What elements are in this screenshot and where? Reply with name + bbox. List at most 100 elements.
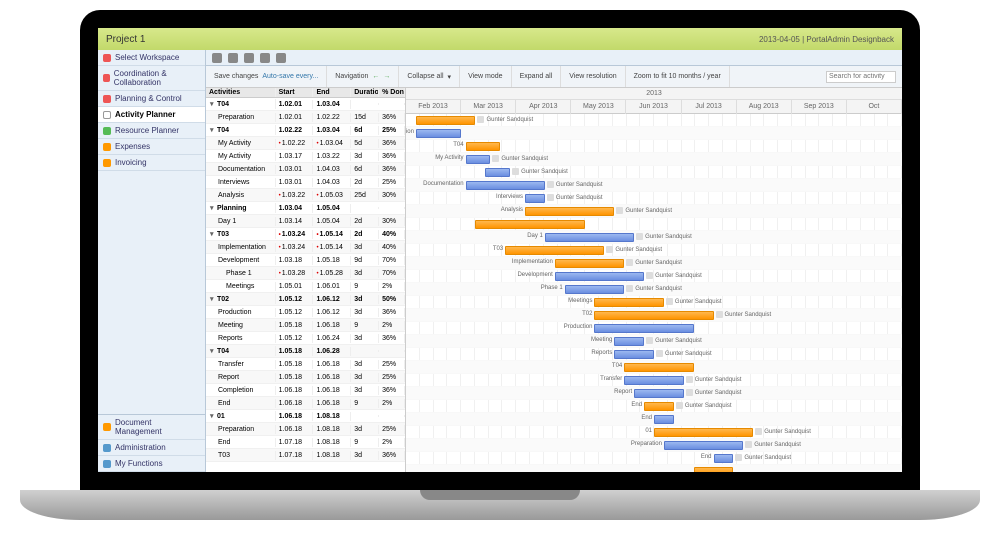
table-row[interactable]: Production1.05.121.06.123d36%: [206, 306, 405, 319]
sidebar-item[interactable]: My Functions: [98, 456, 205, 472]
sidebar-item[interactable]: Document Management: [98, 415, 205, 440]
gantt-bar[interactable]: [466, 155, 491, 164]
gantt-row: AnalysisGunter Sandquist: [406, 205, 902, 218]
table-row[interactable]: ▾T021.05.121.06.123d50%: [206, 293, 405, 306]
gantt-bar[interactable]: [594, 298, 663, 307]
gantt-bar[interactable]: [694, 467, 734, 472]
gantt-bar[interactable]: [614, 350, 654, 359]
gantt-bar[interactable]: [416, 116, 476, 125]
sidebar-icon: [103, 444, 111, 452]
sidebar-item[interactable]: Select Workspace: [98, 50, 205, 66]
person-icon: [735, 454, 742, 461]
table-row[interactable]: My Activity•1.02.22•1.03.045d36%: [206, 137, 405, 150]
table-row[interactable]: Meeting1.05.181.06.1892%: [206, 319, 405, 332]
person-icon: [755, 428, 762, 435]
sidebar-icon: [103, 127, 111, 135]
gantt-bar[interactable]: [475, 220, 584, 229]
person-icon: [646, 272, 653, 279]
gantt-row: T04: [406, 140, 902, 153]
gantt-bar[interactable]: [644, 402, 674, 411]
gantt-chart[interactable]: 2013 Feb 2013Mar 2013Apr 2013May 2013Jun…: [406, 88, 902, 472]
gantt-bar[interactable]: [466, 181, 545, 190]
collapse-section[interactable]: Collapse all ▾: [399, 66, 460, 87]
gantt-bar[interactable]: [624, 376, 684, 385]
table-row[interactable]: Transfer1.05.181.06.183d25%: [206, 358, 405, 371]
gantt-bar[interactable]: [555, 272, 644, 281]
table-row[interactable]: ▾T041.05.181.06.28: [206, 345, 405, 358]
table-row[interactable]: T031.07.181.08.183d36%: [206, 449, 405, 462]
table-row[interactable]: Report1.05.181.06.183d25%: [206, 371, 405, 384]
toolbar-icon[interactable]: [244, 53, 254, 63]
table-row[interactable]: Preparation1.02.011.02.2215d36%: [206, 111, 405, 124]
toolbar-icon[interactable]: [212, 53, 222, 63]
gantt-bar[interactable]: [624, 363, 693, 372]
gantt-bar[interactable]: [714, 454, 734, 463]
autosave-link[interactable]: Auto-save every...: [262, 73, 318, 80]
table-row[interactable]: Documentation1.03.011.04.036d36%: [206, 163, 405, 176]
table-row[interactable]: Phase 1•1.03.28•1.05.283d70%: [206, 267, 405, 280]
gantt-bar[interactable]: [545, 233, 634, 242]
assignee-label: Gunter Sandquist: [656, 350, 712, 357]
gantt-row: T03Gunter Sandquist: [406, 244, 902, 257]
table-row[interactable]: Preparation1.06.181.08.183d25%: [206, 423, 405, 436]
sidebar-item[interactable]: Activity Planner: [98, 107, 205, 123]
table-row[interactable]: Development1.03.181.05.189d70%: [206, 254, 405, 267]
gantt-bar[interactable]: [664, 441, 743, 450]
gantt-bar[interactable]: [565, 285, 625, 294]
gantt-row: My ActivityGunter Sandquist: [406, 153, 902, 166]
screen-bezel: Project 1 2013-04-05 | PortalAdmin Desig…: [80, 10, 920, 490]
assignee-label: Gunter Sandquist: [616, 207, 672, 214]
sidebar-item[interactable]: Administration: [98, 440, 205, 456]
col-done[interactable]: % Done: [379, 88, 405, 97]
table-row[interactable]: ▾T041.02.011.03.04: [206, 98, 405, 111]
search-input[interactable]: [826, 71, 896, 83]
col-start[interactable]: Start: [276, 88, 314, 97]
col-dur[interactable]: Duration: [351, 88, 379, 97]
table-row[interactable]: Day 11.03.141.05.042d30%: [206, 215, 405, 228]
sidebar-item[interactable]: Planning & Control: [98, 91, 205, 107]
expand-section[interactable]: Expand all: [512, 66, 562, 87]
zoom-section[interactable]: Zoom to fit 10 months / year: [626, 66, 730, 87]
table-row[interactable]: Analysis•1.03.22•1.05.0325d30%: [206, 189, 405, 202]
gantt-bar[interactable]: [525, 207, 614, 216]
sidebar-item[interactable]: Coordination & Collaboration: [98, 66, 205, 91]
toolbar-icon[interactable]: [276, 53, 286, 63]
gantt-bar[interactable]: [525, 194, 545, 203]
table-row[interactable]: ▾Planning1.03.041.05.04: [206, 202, 405, 215]
gantt-bar[interactable]: [594, 324, 693, 333]
table-row[interactable]: Interviews1.03.011.04.032d25%: [206, 176, 405, 189]
table-row[interactable]: ▾011.06.181.08.18: [206, 410, 405, 423]
table-row[interactable]: End1.07.181.08.1892%: [206, 436, 405, 449]
gantt-bar[interactable]: [505, 246, 604, 255]
gantt-bar[interactable]: [466, 142, 501, 151]
gantt-bar[interactable]: [416, 129, 461, 138]
table-row[interactable]: ▾T041.02.221.03.046d25%: [206, 124, 405, 137]
toolbar-icon[interactable]: [228, 53, 238, 63]
gantt-bar[interactable]: [654, 428, 753, 437]
table-row[interactable]: Reports1.05.121.06.243d36%: [206, 332, 405, 345]
gantt-bar[interactable]: [485, 168, 510, 177]
col-end[interactable]: End: [313, 88, 351, 97]
gantt-month: Feb 2013: [406, 100, 461, 114]
sidebar-icon: [103, 54, 111, 62]
table-row[interactable]: End1.06.181.06.1892%: [206, 397, 405, 410]
sidebar-icon: [103, 159, 111, 167]
gantt-bar[interactable]: [634, 389, 684, 398]
gantt-month: Oct: [847, 100, 902, 114]
gantt-month: Aug 2013: [737, 100, 792, 114]
toolbar-icon[interactable]: [260, 53, 270, 63]
table-row[interactable]: Meetings1.05.011.06.0192%: [206, 280, 405, 293]
sidebar-item[interactable]: Resource Planner: [98, 123, 205, 139]
table-row[interactable]: Implementation•1.03.24•1.05.143d40%: [206, 241, 405, 254]
table-row[interactable]: Completion1.06.181.06.183d36%: [206, 384, 405, 397]
table-row[interactable]: ▾T03•1.03.24•1.05.142d40%: [206, 228, 405, 241]
gantt-bar[interactable]: [654, 415, 674, 424]
col-name[interactable]: Activities: [206, 88, 276, 97]
sidebar-item[interactable]: Invoicing: [98, 155, 205, 171]
table-row[interactable]: My Activity1.03.171.03.223d36%: [206, 150, 405, 163]
gantt-bar[interactable]: [614, 337, 644, 346]
sidebar-item[interactable]: Expenses: [98, 139, 205, 155]
gantt-row: ImplementationGunter Sandquist: [406, 257, 902, 270]
gantt-bar[interactable]: [555, 259, 624, 268]
gantt-bar[interactable]: [594, 311, 713, 320]
